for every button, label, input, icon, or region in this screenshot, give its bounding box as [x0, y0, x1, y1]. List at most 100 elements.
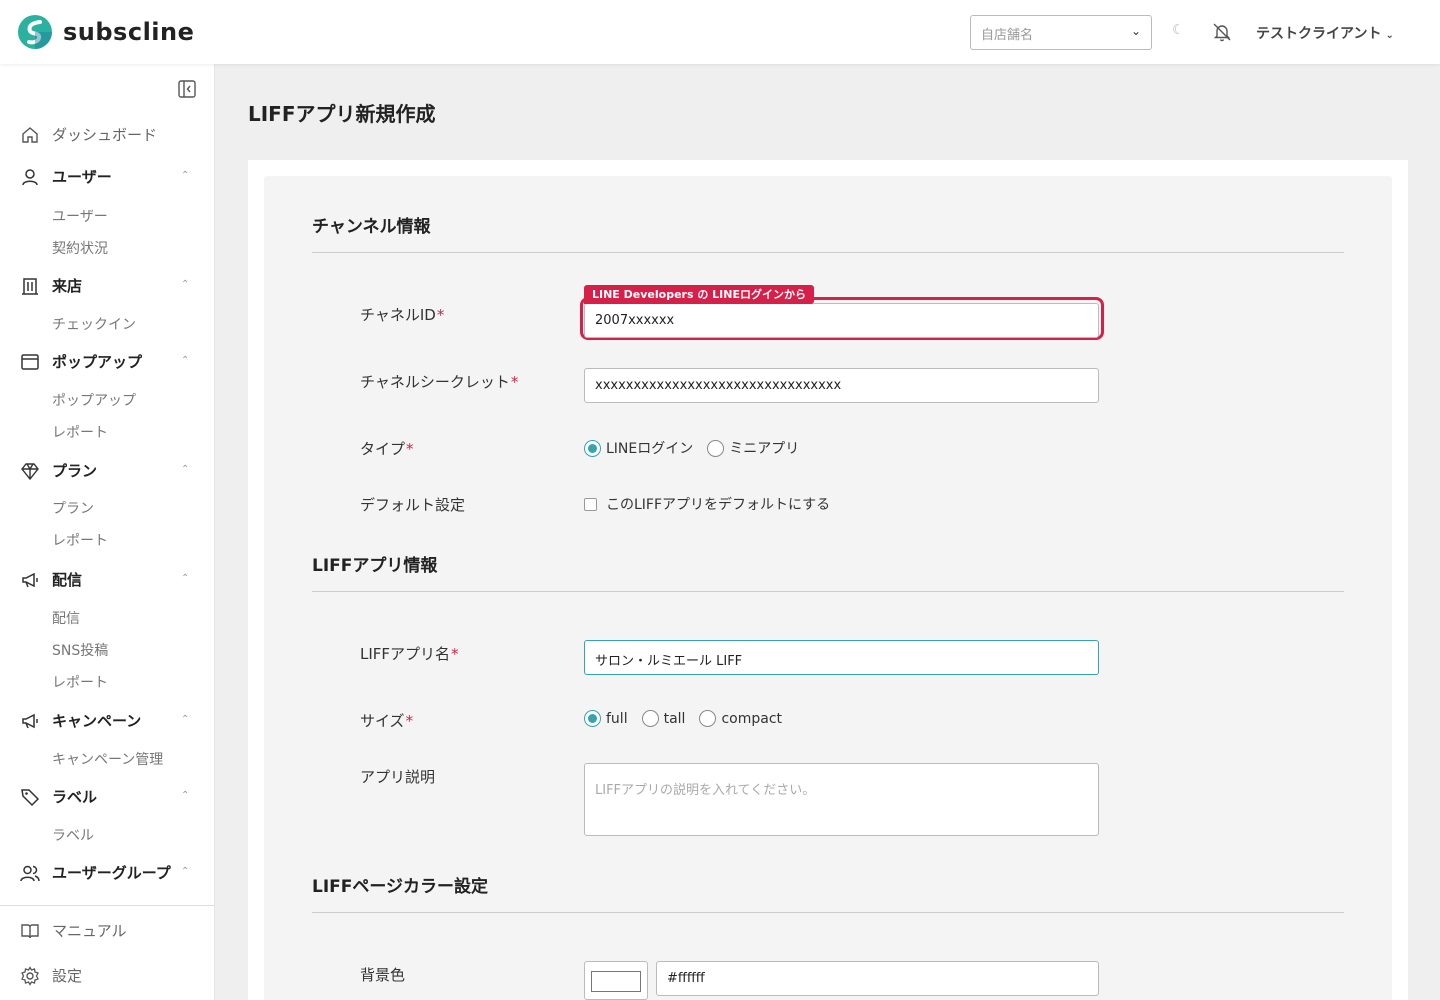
- sidebar-item-popups[interactable]: ポップアップ: [20, 351, 142, 372]
- sidebar-item-label: 来店: [52, 277, 83, 295]
- liff-name-label: LIFFアプリ名*: [360, 643, 459, 664]
- user-menu[interactable]: テストクライアント ⌄: [1256, 23, 1394, 43]
- size-option-label[interactable]: compact: [721, 711, 782, 727]
- default-checkbox-label[interactable]: このLIFFアプリをデフォルトにする: [606, 494, 830, 514]
- sidebar-subitem-plans[interactable]: プラン: [52, 498, 94, 518]
- gear-icon: [20, 965, 40, 986]
- type-radio-line-login[interactable]: [584, 439, 601, 457]
- sidebar-subitem-delivery-report[interactable]: レポート: [52, 672, 108, 692]
- megaphone-icon: [20, 570, 40, 590]
- section-divider: [312, 252, 1344, 253]
- sidebar-item-visits[interactable]: 来店: [20, 275, 82, 296]
- sidebar-item-label: キャンペーン: [52, 712, 142, 730]
- chevron-up-icon[interactable]: ⌃: [181, 464, 189, 475]
- background-color-label: 背景色: [360, 966, 406, 984]
- chevron-up-icon[interactable]: ⌃: [181, 790, 189, 801]
- size-radio-full[interactable]: [584, 710, 601, 727]
- bell-off-icon[interactable]: [1212, 22, 1232, 42]
- channel-secret-label-text: チャネルシークレット: [360, 373, 510, 391]
- type-option-label[interactable]: LINEログイン: [606, 438, 693, 458]
- chevron-up-icon[interactable]: ⌃: [181, 866, 189, 877]
- sidebar-subitem-popup-report[interactable]: レポート: [52, 422, 108, 442]
- type-radio-group: LINEログイン ミニアプリ: [584, 438, 813, 458]
- chevron-up-icon[interactable]: ⌃: [181, 355, 189, 366]
- chevron-down-icon: ⌄: [1130, 24, 1141, 38]
- sidebar-subitem-contracts[interactable]: 契約状況: [52, 238, 108, 258]
- moon-icon[interactable]: ☾: [1172, 22, 1185, 38]
- type-option-label[interactable]: ミニアプリ: [729, 438, 799, 458]
- section-divider: [312, 912, 1344, 913]
- default-setting-label: デフォルト設定: [360, 496, 466, 514]
- sidebar-item-label: ラベル: [52, 788, 98, 806]
- sidebar-item-label: ダッシュボード: [52, 126, 158, 144]
- chevron-up-icon[interactable]: ⌃: [181, 714, 189, 725]
- sidebar-item-labels[interactable]: ラベル: [20, 786, 97, 807]
- sidebar-divider: [0, 905, 215, 906]
- sidebar-collapse-icon[interactable]: [177, 79, 197, 99]
- sidebar-item-dashboard[interactable]: ダッシュボード: [20, 124, 157, 145]
- sidebar-item-label: 配信: [52, 571, 83, 589]
- brand-logo[interactable]: subscline: [16, 14, 194, 50]
- sidebar-subitem-sns[interactable]: SNS投稿: [52, 640, 108, 660]
- required-mark: *: [405, 712, 414, 730]
- sidebar-item-user-groups[interactable]: ユーザーグループ: [20, 862, 171, 883]
- description-textarea[interactable]: LIFFアプリの説明を入れてください。: [584, 763, 1099, 836]
- size-option-label[interactable]: full: [606, 711, 628, 727]
- chevron-up-icon[interactable]: ⌃: [181, 279, 189, 290]
- sidebar-item-label: ユーザーグループ: [52, 864, 171, 882]
- required-mark: *: [436, 306, 445, 324]
- channel-id-label-text: チャネルID: [360, 306, 436, 324]
- diamond-icon: [20, 461, 40, 481]
- store-select-placeholder: 自店舗名: [981, 28, 1034, 43]
- background-color-input[interactable]: #ffffff: [656, 961, 1099, 996]
- sidebar-subitem-plan-report[interactable]: レポート: [52, 530, 108, 550]
- description-label: アプリ説明: [360, 768, 436, 786]
- channel-id-label: チャネルID*: [360, 304, 444, 325]
- size-option-label[interactable]: tall: [664, 711, 686, 727]
- section-title-liff: LIFFアプリ情報: [312, 556, 438, 576]
- sidebar-item-manual[interactable]: マニュアル: [20, 920, 127, 941]
- sidebar-item-campaigns[interactable]: キャンペーン: [20, 710, 141, 731]
- chevron-down-icon: ⌄: [1385, 30, 1394, 41]
- sidebar-subitem-users[interactable]: ユーザー: [52, 206, 108, 226]
- section-divider: [312, 591, 1344, 592]
- color-swatch: [591, 971, 641, 992]
- channel-secret-label: チャネルシークレット*: [360, 371, 518, 392]
- liff-name-label-text: LIFFアプリ名: [360, 645, 451, 663]
- channel-id-input[interactable]: 2007xxxxxx: [584, 303, 1099, 338]
- chevron-up-icon[interactable]: ⌃: [181, 170, 189, 181]
- size-radio-group: full tall compact: [584, 710, 796, 727]
- sidebar-item-label: ユーザー: [52, 168, 112, 186]
- sidebar-subitem-checkin[interactable]: チェックイン: [52, 314, 136, 334]
- sidebar-subitem-delivery[interactable]: 配信: [52, 608, 80, 628]
- page-title: LIFFアプリ新規作成: [248, 102, 436, 126]
- channel-secret-input[interactable]: xxxxxxxxxxxxxxxxxxxxxxxxxxxxxxxx: [584, 368, 1099, 403]
- size-label: サイズ*: [360, 710, 413, 731]
- size-radio-tall[interactable]: [641, 710, 659, 727]
- user-name: テストクライアント: [1256, 26, 1382, 42]
- required-mark: *: [510, 373, 519, 391]
- building-icon: [20, 276, 40, 296]
- default-checkbox[interactable]: [584, 497, 597, 511]
- sidebar-item-plans[interactable]: プラン: [20, 460, 97, 481]
- required-mark: *: [406, 440, 414, 458]
- tag-icon: [20, 787, 40, 807]
- background-color-picker[interactable]: [584, 961, 648, 1000]
- section-title-channel: チャンネル情報: [312, 217, 431, 237]
- size-label-text: サイズ: [360, 712, 405, 730]
- sidebar-subitem-popups[interactable]: ポップアップ: [52, 390, 136, 410]
- sidebar-item-delivery[interactable]: 配信: [20, 569, 82, 590]
- chevron-up-icon[interactable]: ⌃: [181, 573, 189, 584]
- liff-name-input[interactable]: サロン・ルミエール LIFF: [584, 640, 1099, 675]
- store-select[interactable]: 自店舗名 ⌄: [970, 15, 1152, 50]
- size-radio-compact[interactable]: [699, 710, 717, 727]
- sidebar: ダッシュボード ユーザー ⌃ ユーザー 契約状況 来店 ⌃ チェックイン ポップ…: [0, 64, 215, 1000]
- sidebar-item-settings[interactable]: 設定: [20, 965, 82, 986]
- sidebar-subitem-labels[interactable]: ラベル: [52, 825, 94, 845]
- default-checkbox-row: このLIFFアプリをデフォルトにする: [584, 494, 830, 514]
- sidebar-subitem-campaign-manage[interactable]: キャンペーン管理: [52, 749, 163, 769]
- channel-id-hint-badge: LINE Developers の LINEログインから: [584, 285, 814, 304]
- sidebar-item-users[interactable]: ユーザー: [20, 166, 112, 187]
- type-radio-mini-app[interactable]: [707, 439, 725, 457]
- type-label: タイプ*: [360, 438, 414, 459]
